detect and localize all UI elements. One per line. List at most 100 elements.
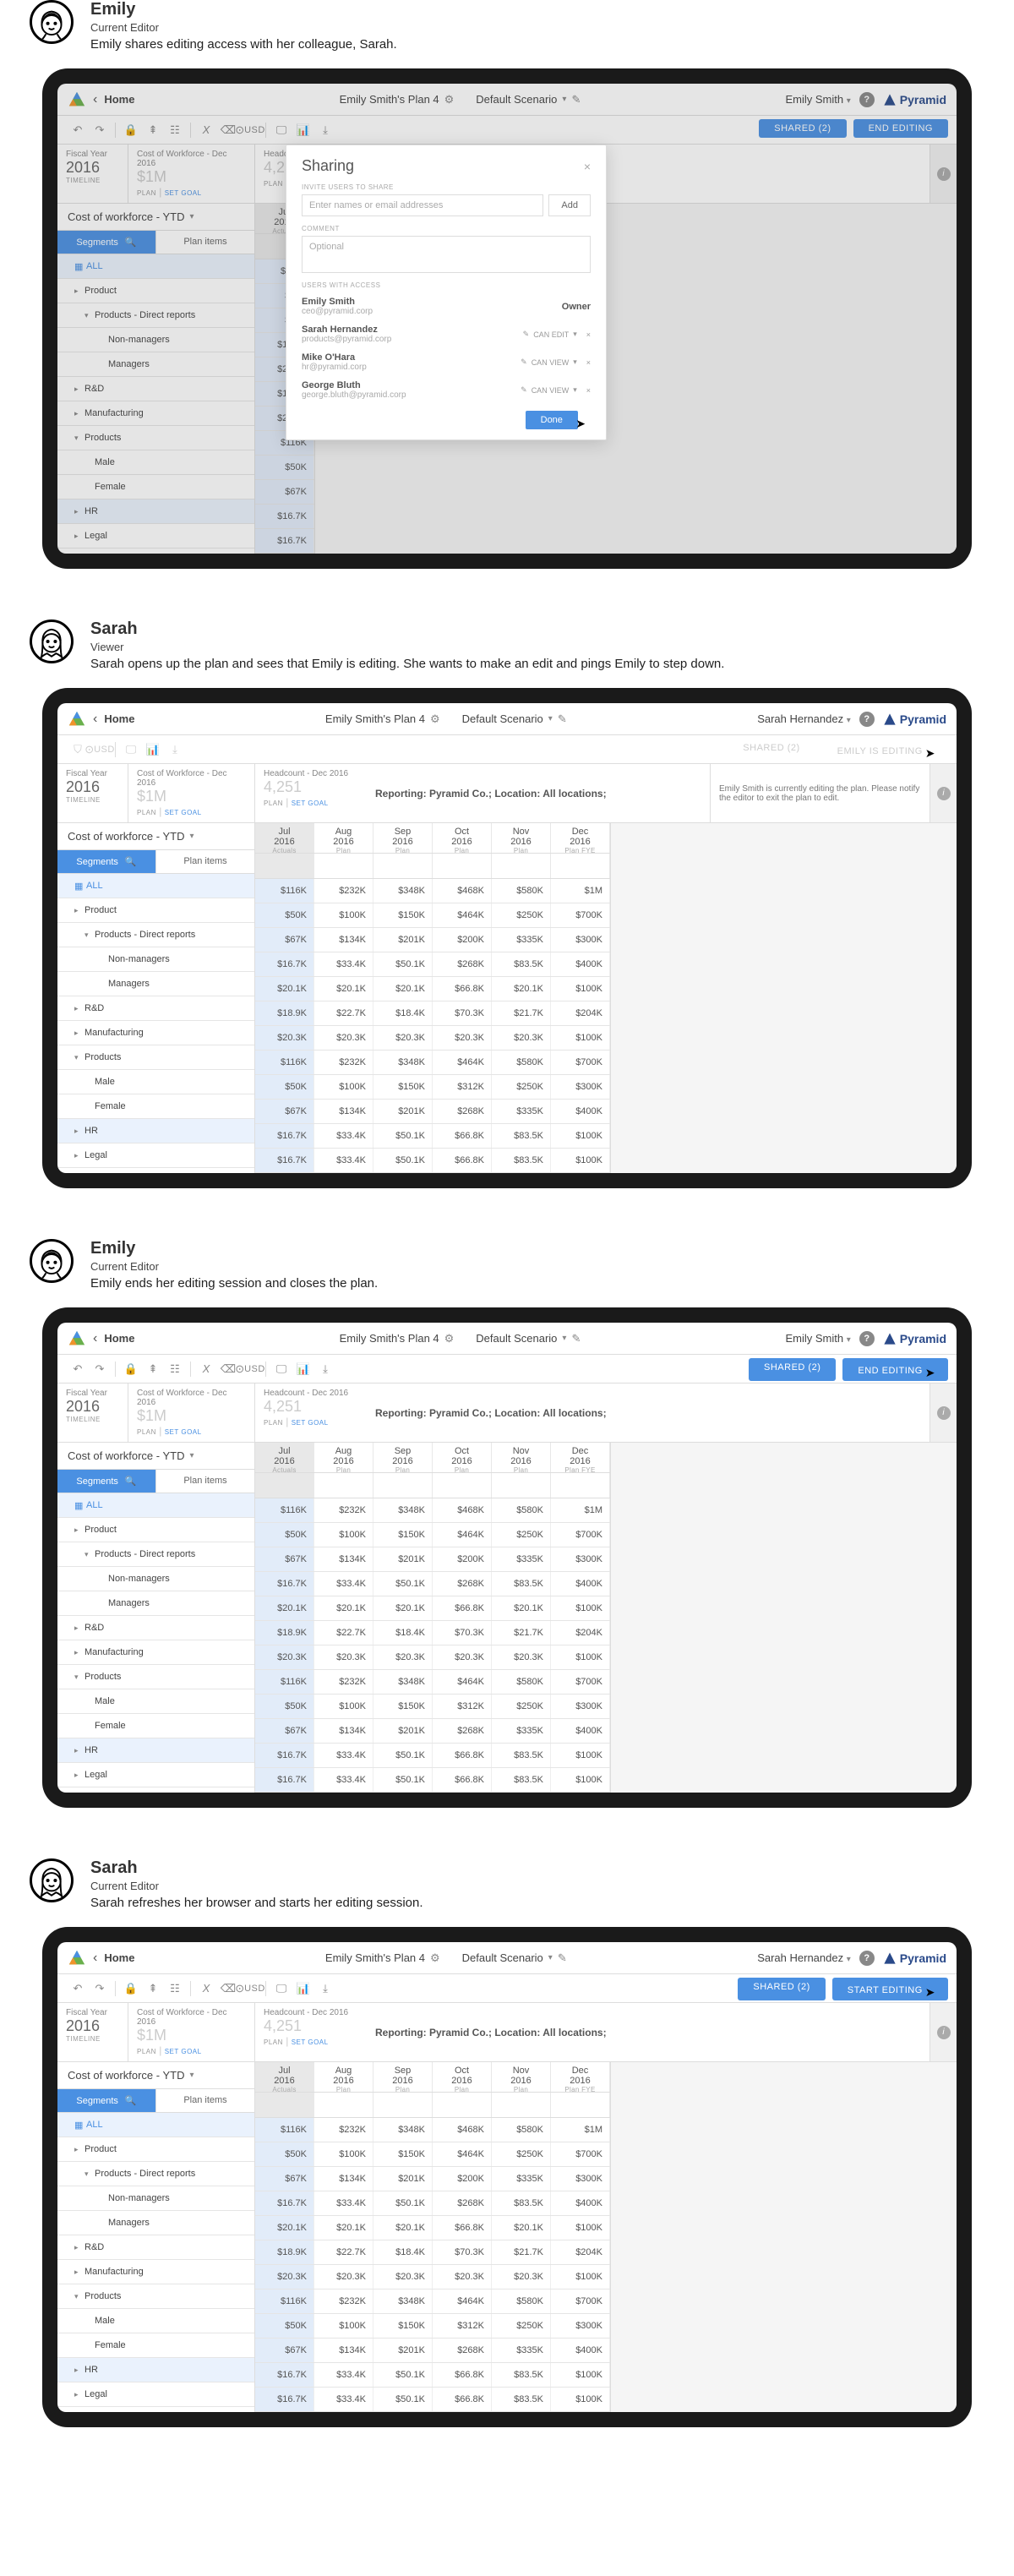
back-icon[interactable]: ‹ xyxy=(93,712,97,727)
caret-icon[interactable]: ▸ xyxy=(74,1771,84,1780)
data-cell[interactable]: $20.1K xyxy=(255,1596,314,1620)
data-cell[interactable]: $20.3K xyxy=(255,1645,314,1669)
tab-plan-items[interactable]: Plan items xyxy=(155,850,254,873)
data-cell[interactable]: $268K xyxy=(433,1572,492,1596)
data-cell[interactable]: $70.3K xyxy=(433,1621,492,1645)
data-cell[interactable]: $200K xyxy=(433,2167,492,2191)
data-cell[interactable]: $33.4K xyxy=(314,1149,373,1172)
data-cell[interactable]: $335K xyxy=(492,1719,551,1743)
data-cell[interactable]: $300K xyxy=(551,2314,610,2338)
close-icon[interactable]: × xyxy=(586,330,591,339)
data-cell[interactable]: $580K xyxy=(492,1670,551,1694)
currency-icon[interactable]: ⊙USD xyxy=(240,1978,260,1999)
data-cell[interactable]: $150K xyxy=(373,2142,433,2166)
data-cell[interactable]: $348K xyxy=(373,2289,433,2313)
role-selector[interactable]: ✎ CAN VIEW ▾ × xyxy=(521,357,591,367)
caret-icon[interactable]: ▸ xyxy=(74,2268,84,2277)
data-cell[interactable]: $67K xyxy=(255,2167,314,2191)
data-cell[interactable]: $66.8K xyxy=(433,2363,492,2387)
timeline-link[interactable]: TIMELINE xyxy=(66,2035,119,2043)
data-cell[interactable]: $201K xyxy=(373,928,433,952)
data-cell[interactable]: $100K xyxy=(314,2142,373,2166)
data-cell[interactable]: $116K xyxy=(255,1498,314,1522)
home-link[interactable]: Home xyxy=(104,1332,134,1345)
data-cell[interactable]: $67K xyxy=(255,1547,314,1571)
data-cell[interactable]: $50.1K xyxy=(373,1768,433,1792)
tree-row[interactable]: ▸ Product xyxy=(57,2137,254,2162)
info-button[interactable]: i xyxy=(930,2003,957,2061)
data-cell[interactable]: $20.1K xyxy=(314,1596,373,1620)
back-icon[interactable]: ‹ xyxy=(93,1951,97,1966)
data-cell[interactable]: $33.4K xyxy=(314,1744,373,1767)
data-cell[interactable]: $134K xyxy=(314,1719,373,1743)
tree-row[interactable]: ▸ Manufacturing xyxy=(57,1021,254,1045)
data-cell[interactable]: $150K xyxy=(373,1523,433,1547)
caret-icon[interactable]: ▸ xyxy=(74,1127,84,1136)
data-cell[interactable]: $335K xyxy=(492,1547,551,1571)
data-cell[interactable]: $250K xyxy=(492,903,551,927)
data-cell[interactable]: $50.1K xyxy=(373,2363,433,2387)
data-cell[interactable]: $580K xyxy=(492,1051,551,1074)
gear-icon[interactable]: ⚙ xyxy=(444,1332,455,1345)
data-cell[interactable]: $700K xyxy=(551,1670,610,1694)
data-cell[interactable]: $1M xyxy=(551,879,610,903)
help-icon[interactable]: ? xyxy=(859,1331,875,1346)
caret-icon[interactable]: ▸ xyxy=(74,1648,84,1657)
data-cell[interactable]: $20.3K xyxy=(373,2265,433,2289)
data-cell[interactable]: $400K xyxy=(551,1719,610,1743)
tree-row[interactable]: Female xyxy=(57,1094,254,1119)
tree-row[interactable]: ▾ Products - Direct reports xyxy=(57,2162,254,2186)
data-cell[interactable]: $70.3K xyxy=(433,1001,492,1025)
data-cell[interactable]: $580K xyxy=(492,2118,551,2142)
timeline-link[interactable]: TIMELINE xyxy=(66,1416,119,1423)
data-cell[interactable]: $33.4K xyxy=(314,1768,373,1792)
data-cell[interactable]: $300K xyxy=(551,2167,610,2191)
data-cell[interactable]: $312K xyxy=(433,1695,492,1718)
data-cell[interactable]: $201K xyxy=(373,1719,433,1743)
data-cell[interactable]: $21.7K xyxy=(492,1621,551,1645)
data-cell[interactable]: $20.3K xyxy=(373,1645,433,1669)
tree-row[interactable]: ▸ R&D xyxy=(57,2235,254,2260)
data-cell[interactable]: $204K xyxy=(551,1001,610,1025)
pencil-icon[interactable]: ✎ xyxy=(558,1951,567,1965)
data-cell[interactable]: $66.8K xyxy=(433,1596,492,1620)
data-cell[interactable]: $67K xyxy=(255,2339,314,2362)
data-cell[interactable]: $100K xyxy=(314,903,373,927)
data-cell[interactable]: $348K xyxy=(373,1670,433,1694)
data-cell[interactable]: $83.5K xyxy=(492,1744,551,1767)
tree-row[interactable]: ▸ Product xyxy=(57,898,254,923)
caret-icon[interactable]: ▾ xyxy=(74,1673,84,1682)
data-cell[interactable]: $134K xyxy=(314,1547,373,1571)
data-cell[interactable]: $201K xyxy=(373,1547,433,1571)
tree-row[interactable]: Managers xyxy=(57,1591,254,1616)
data-cell[interactable]: $83.5K xyxy=(492,2191,551,2215)
app-logo-icon[interactable] xyxy=(68,1329,86,1348)
search-icon[interactable]: 🔍 xyxy=(125,1476,137,1487)
tree-row[interactable]: ▾ Products xyxy=(57,1665,254,1689)
data-cell[interactable]: $700K xyxy=(551,2289,610,2313)
data-cell[interactable]: $200K xyxy=(433,1547,492,1571)
data-cell[interactable]: $20.3K xyxy=(255,2265,314,2289)
data-cell[interactable]: $250K xyxy=(492,1523,551,1547)
data-cell[interactable]: $300K xyxy=(551,1695,610,1718)
data-cell[interactable]: $100K xyxy=(551,2216,610,2240)
help-icon[interactable]: ? xyxy=(859,712,875,727)
data-cell[interactable]: $100K xyxy=(314,1695,373,1718)
fx-icon[interactable]: X xyxy=(196,1978,216,1999)
data-cell[interactable]: $83.5K xyxy=(492,2388,551,2411)
scenario-selector[interactable]: Default Scenario ▾ ✎ xyxy=(462,1951,567,1965)
caret-icon[interactable]: ▸ xyxy=(74,1624,84,1633)
shared-button[interactable]: SHARED (2) xyxy=(728,739,815,761)
caret-icon[interactable]: ▸ xyxy=(74,906,84,915)
data-cell[interactable]: $67K xyxy=(255,1719,314,1743)
data-cell[interactable]: $83.5K xyxy=(492,952,551,976)
data-cell[interactable]: $150K xyxy=(373,2314,433,2338)
data-cell[interactable]: $150K xyxy=(373,903,433,927)
data-cell[interactable]: $335K xyxy=(492,1100,551,1123)
tree-row[interactable]: Male xyxy=(57,2309,254,2333)
data-cell[interactable]: $50K xyxy=(255,2142,314,2166)
data-cell[interactable]: $66.8K xyxy=(433,1149,492,1172)
data-cell[interactable]: $100K xyxy=(551,1124,610,1148)
tree-row[interactable]: Male xyxy=(57,1689,254,1714)
plan-name[interactable]: Emily Smith's Plan 4 xyxy=(340,1332,439,1345)
